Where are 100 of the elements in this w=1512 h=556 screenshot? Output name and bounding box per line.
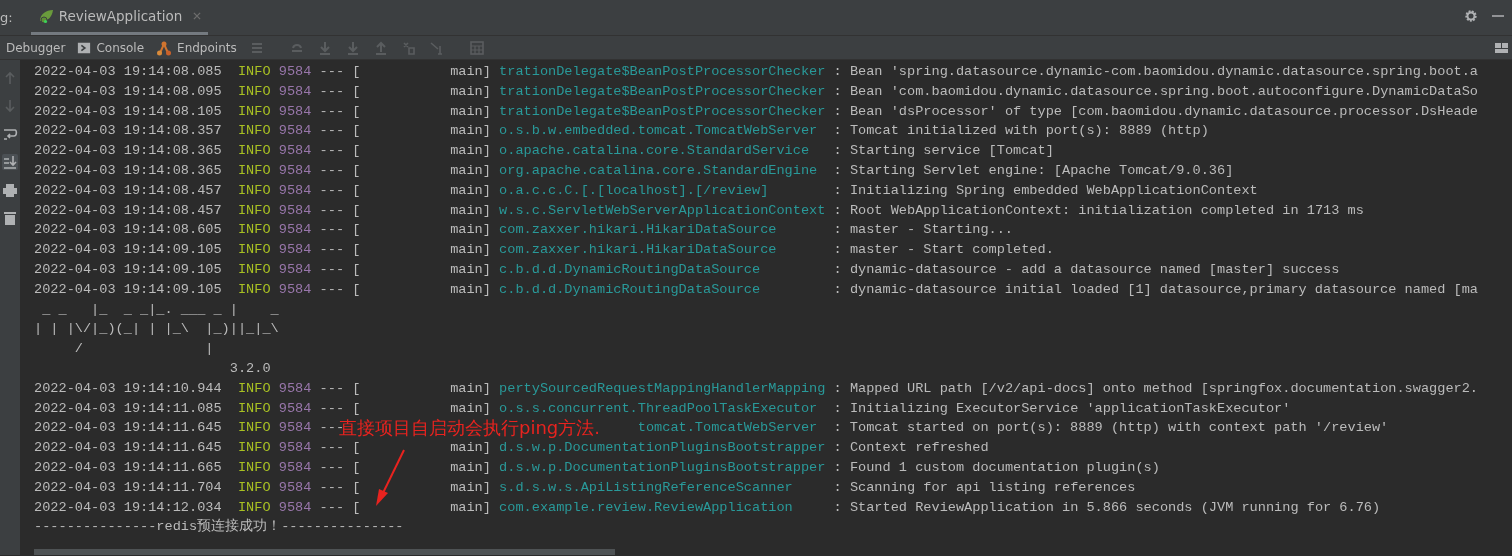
thread-name: [ main] (352, 281, 491, 297)
ascii-banner-line: | | |\/|_)(_| | |_\ |_)||_|_\ (34, 320, 280, 339)
log-separator: --- (319, 64, 345, 79)
process-id: 9584 (278, 143, 312, 159)
toolbar-tab[interactable]: Endpoints (150, 38, 243, 57)
log-level: INFO (237, 459, 271, 475)
thread-name: [ main] (352, 380, 491, 396)
log-message: : Initializing ExecutorService 'applicationTaskExecutor' (833, 400, 1291, 416)
log-message: : Root WebApplicationContext: initialization completed in 1713 ms (833, 202, 1364, 218)
log-level: INFO (237, 242, 271, 258)
log-message: : master - Starting... (833, 222, 1014, 238)
thread-name: [ main] (352, 499, 491, 515)
soft-wrap-icon[interactable] (2, 126, 18, 142)
calculator-icon[interactable] (468, 39, 485, 56)
log-separator: --- (319, 440, 345, 456)
process-id: 9584 (278, 479, 312, 495)
scroll-to-end-icon[interactable] (2, 154, 18, 170)
process-id: 9584 (278, 281, 312, 297)
log-separator: --- (319, 261, 345, 277)
process-id: 9584 (278, 261, 312, 277)
log-message: : Found 1 custom documentation plugin(s) (833, 459, 1160, 475)
logger-name: com.zaxxer.hikari.HikariDataSource (499, 222, 777, 238)
log-level: INFO (237, 479, 271, 495)
log-timestamp: 2022-04-03 19:14:11.704 (34, 479, 222, 495)
log-message: : Starting service [Tomcat] (833, 143, 1054, 159)
process-id: 9584 (278, 222, 312, 238)
log-timestamp: 2022-04-03 19:14:11.665 (34, 459, 222, 475)
ascii-banner-line: 3.2.0 (228, 359, 272, 378)
logger-name: c.b.d.d.DynamicRoutingDataSource (499, 281, 761, 297)
process-id: 9584 (278, 103, 312, 119)
log-separator: --- (319, 123, 345, 139)
log-separator: --- (319, 380, 345, 396)
process-id: 9584 (278, 420, 312, 436)
thread-name: [ main] (352, 123, 491, 139)
thread-name: [ main] (352, 440, 491, 456)
toolbar-tab[interactable]: Debugger (0, 38, 72, 57)
logger-name: c.b.d.d.DynamicRoutingDataSource (499, 261, 761, 277)
log-timestamp: 2022-04-03 19:14:09.105 (34, 281, 222, 297)
scrollbar-thumb[interactable] (34, 549, 615, 555)
log-timestamp: 2022-04-03 19:14:11.645 (34, 420, 222, 436)
log-message: : Bean 'com.baomidou.dynamic.datasource.spring.boot.autoconfigure.DynamicDataSo (833, 83, 1479, 99)
process-id: 9584 (278, 459, 312, 475)
log-level: INFO (237, 420, 271, 436)
log-level: INFO (237, 143, 271, 159)
log-separator: --- (319, 281, 345, 297)
print-icon[interactable] (2, 182, 18, 198)
thread-name: [ main] (352, 400, 491, 416)
log-timestamp: 2022-04-03 19:14:11.085 (34, 400, 222, 416)
log-message: : Initializing Spring embedded WebApplicationContext (833, 182, 1258, 198)
settings-icon[interactable] (1464, 9, 1478, 23)
log-message: : dynamic-datasource - add a datasource named [master] success (833, 261, 1340, 277)
log-level: INFO (237, 281, 271, 297)
log-timestamp: 2022-04-03 19:14:08.457 (34, 182, 222, 198)
log-separator: --- (319, 400, 345, 416)
logger-name: tomcat.TomcatWebServer (637, 420, 818, 436)
log-level: INFO (237, 380, 271, 396)
log-level: INFO (237, 182, 271, 198)
log-message: : Bean 'dsProcessor' of type [com.baomidou.dynamic.datasource.processor.DsHeade (833, 103, 1479, 119)
down-arrow-icon[interactable] (2, 98, 18, 114)
logger-name: pertySourcedRequestMappingHandlerMapping (499, 380, 826, 396)
thread-name: [ main] (352, 143, 491, 159)
process-id: 9584 (278, 400, 312, 416)
log-timestamp: 2022-04-03 19:14:08.105 (34, 103, 222, 119)
process-id: 9584 (278, 380, 312, 396)
log-timestamp: 2022-04-03 19:14:08.095 (34, 83, 222, 99)
log-level: INFO (237, 440, 271, 456)
log-timestamp: 2022-04-03 19:14:10.944 (34, 380, 222, 396)
process-id: 9584 (278, 64, 312, 79)
log-level: INFO (237, 400, 271, 416)
log-level: INFO (237, 261, 271, 277)
terminal-icon (77, 40, 92, 55)
log-separator: --- (319, 83, 345, 99)
thread-name: [ main] (352, 261, 491, 277)
log-timestamp: 2022-04-03 19:14:08.085 (34, 64, 222, 79)
process-id: 9584 (278, 499, 312, 515)
log-separator: --- (319, 499, 345, 515)
logger-name: com.zaxxer.hikari.HikariDataSource (499, 242, 777, 258)
console-output-line: ---------------redis预连接成功！--------------- (34, 517, 404, 537)
log-message: : Context refreshed (833, 440, 989, 456)
log-separator: --- (319, 222, 345, 238)
log-separator: --- (319, 479, 345, 495)
log-separator: --- (319, 202, 345, 218)
process-id: 9584 (278, 182, 312, 198)
log-message: : Tomcat started on port(s): 8889 (http) with context path '/review' (833, 420, 1389, 436)
log-separator: --- (319, 103, 345, 119)
log-timestamp: 2022-04-03 19:14:12.034 (34, 499, 222, 515)
log-separator: --- (319, 163, 345, 178)
toolbar-tab[interactable]: Console (71, 38, 151, 57)
process-id: 9584 (278, 202, 312, 218)
process-id: 9584 (278, 163, 312, 178)
log-level: INFO (237, 202, 271, 218)
logger-name: trationDelegate$BeanPostProcessorChecker (499, 64, 826, 79)
logger-name: o.a.c.c.C.[.[localhost].[/review] (499, 182, 769, 198)
close-icon[interactable] (192, 10, 203, 21)
thread-name: [ main] (352, 479, 491, 495)
log-separator: --- (319, 459, 345, 475)
ascii-banner-line: / | (73, 340, 215, 359)
log-level: INFO (237, 83, 271, 99)
log-timestamp: 2022-04-03 19:14:11.645 (34, 440, 222, 456)
trash-icon[interactable] (2, 210, 18, 226)
